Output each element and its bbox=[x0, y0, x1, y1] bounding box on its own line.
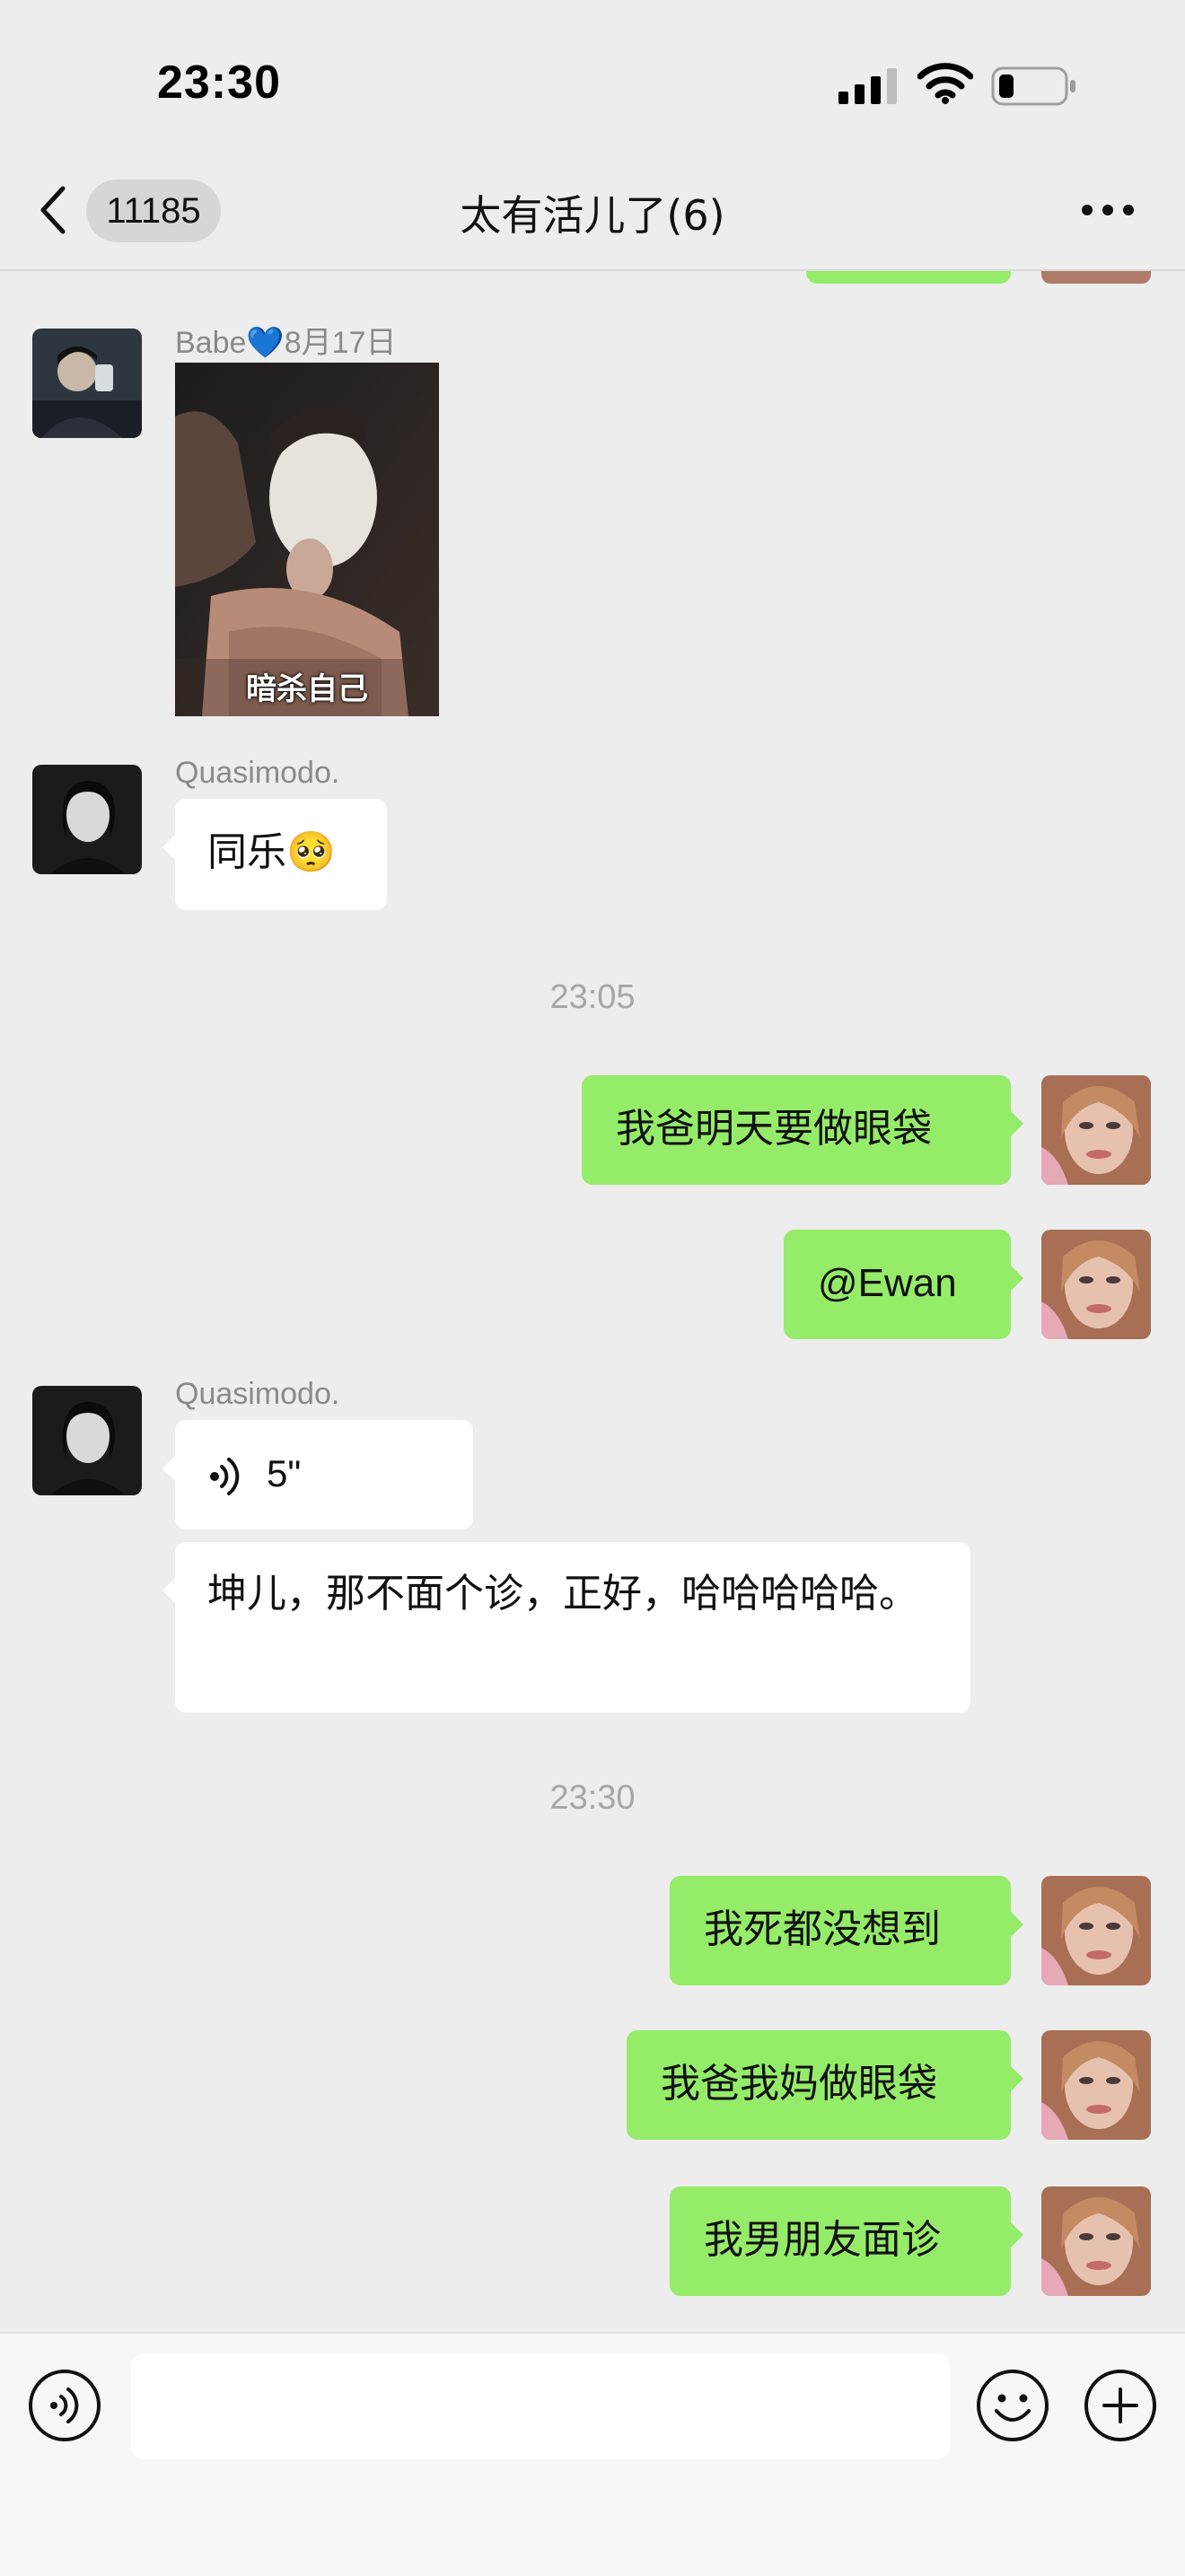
plus-icon[interactable] bbox=[1083, 2368, 1158, 2443]
image-message[interactable] bbox=[175, 363, 439, 716]
message-bubble[interactable]: 我爸我妈做眼袋 bbox=[627, 2030, 1023, 2140]
avatar[interactable] bbox=[1041, 2030, 1151, 2140]
avatar[interactable] bbox=[32, 1386, 142, 1495]
timestamp: 23:30 bbox=[549, 1779, 636, 1817]
status-time: 23:30 bbox=[157, 57, 281, 109]
message-bubble[interactable]: 坤儿，那不面个诊，正好，哈哈哈哈哈。 bbox=[162, 1542, 970, 1713]
message-bubble[interactable]: 我死都没想到 bbox=[670, 1876, 1023, 1985]
message-bubble[interactable]: @Ewan bbox=[784, 1230, 1023, 1339]
voice-icon[interactable] bbox=[27, 2368, 102, 2443]
chat-title: 太有活儿了(6) bbox=[460, 191, 725, 240]
message-bubble[interactable]: 我爸明天要做眼袋 bbox=[582, 1075, 1023, 1185]
voice-duration: 5" bbox=[267, 1452, 302, 1494]
voice-message[interactable]: 5" bbox=[162, 1420, 473, 1529]
avatar[interactable] bbox=[1041, 1876, 1151, 1985]
image-caption: 暗杀自己 bbox=[246, 671, 368, 707]
avatar[interactable] bbox=[32, 765, 142, 874]
more-dots-icon[interactable] bbox=[1081, 203, 1135, 220]
chat-area[interactable]: Babe💙8月17日 暗杀自己 Quasimodo. 同乐🥺 23:05 我爸明… bbox=[0, 271, 1185, 2332]
prev-message-bubble[interactable] bbox=[806, 271, 1011, 284]
avatar[interactable] bbox=[1041, 1075, 1151, 1185]
sender-name: Quasimodo. bbox=[175, 1377, 340, 1411]
sender-name: Quasimodo. bbox=[175, 756, 340, 790]
voice-icon bbox=[209, 1454, 245, 1515]
avatar[interactable] bbox=[32, 329, 142, 438]
avatar[interactable] bbox=[1041, 1230, 1151, 1339]
unread-count-badge[interactable]: 11185 bbox=[86, 180, 221, 242]
chevron-left-icon[interactable] bbox=[36, 183, 72, 241]
emoji-icon[interactable] bbox=[975, 2368, 1050, 2443]
message-bubble[interactable]: 我男朋友面诊 bbox=[670, 2186, 1023, 2296]
sender-name: Babe💙8月17日 bbox=[175, 326, 397, 360]
message-input[interactable] bbox=[131, 2353, 950, 2459]
battery-icon bbox=[991, 66, 1077, 110]
message-bubble[interactable]: 同乐🥺 bbox=[162, 799, 387, 910]
avatar[interactable] bbox=[1041, 2186, 1151, 2296]
signal-icon bbox=[838, 68, 900, 108]
avatar[interactable] bbox=[1041, 271, 1151, 284]
wifi-icon bbox=[917, 63, 974, 108]
timestamp: 23:05 bbox=[549, 978, 636, 1016]
